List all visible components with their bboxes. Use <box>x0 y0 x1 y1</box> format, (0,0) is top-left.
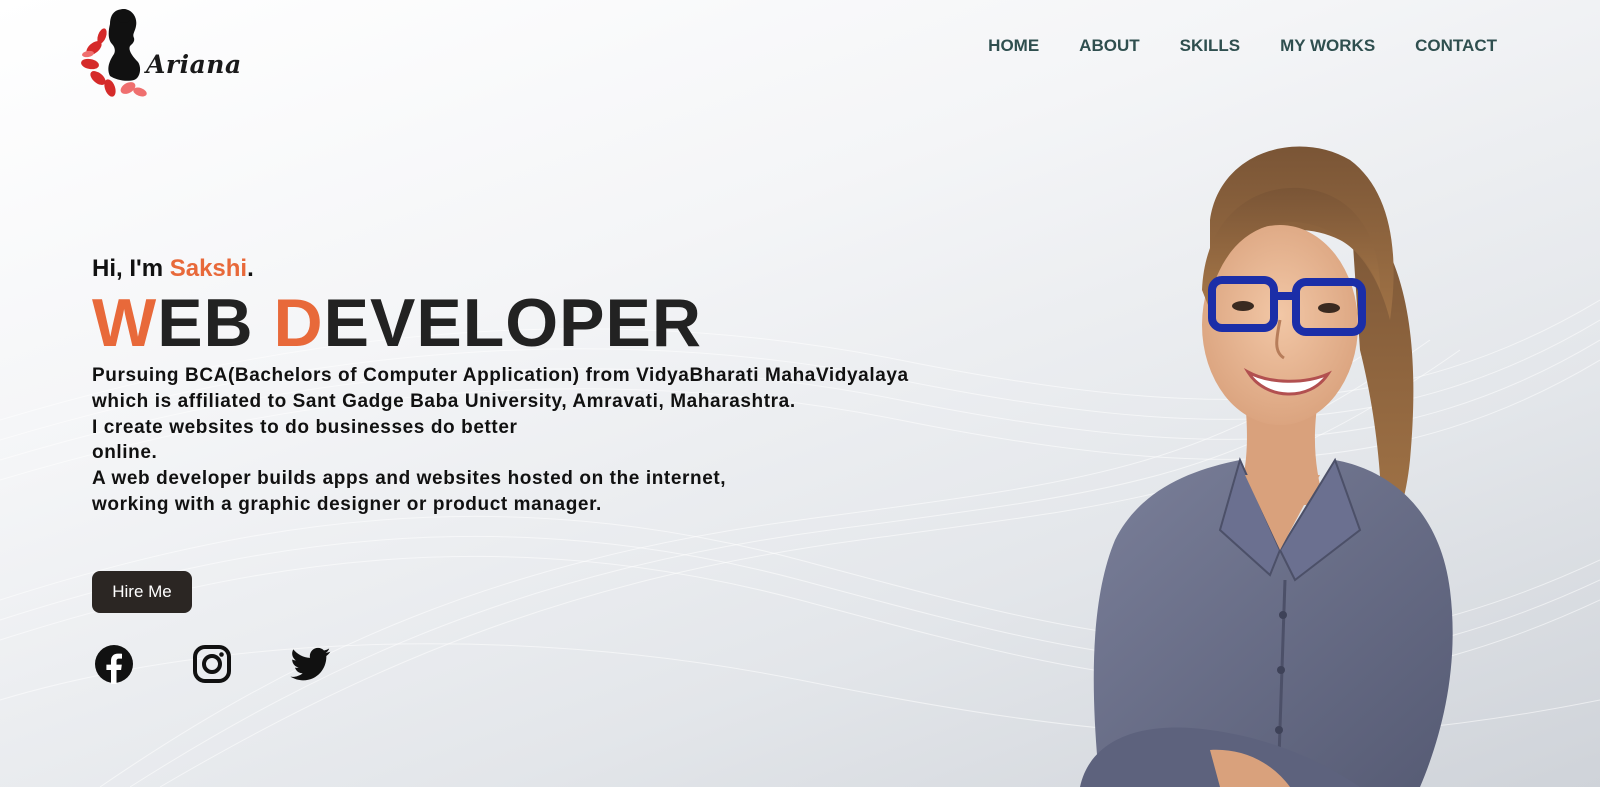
title-rest-1: EB <box>157 285 274 361</box>
description-line: I create websites to do businesses do be… <box>92 416 518 438</box>
hero-name: Sakshi <box>169 255 248 282</box>
hire-me-button[interactable]: Hire Me <box>92 571 192 613</box>
logo-text: Ariana <box>146 50 242 79</box>
nav-my-works[interactable]: MY WORKS <box>1280 36 1375 56</box>
social-links <box>94 644 388 684</box>
facebook-icon[interactable] <box>94 644 134 684</box>
nav-contact[interactable]: CONTACT <box>1415 36 1497 56</box>
description-line: Pursuing BCA(Bachelors of Computer Appli… <box>92 365 909 386</box>
nav-skills[interactable]: SKILLS <box>1180 36 1240 56</box>
greeting-suffix: . <box>247 255 254 282</box>
hero-description: Pursuing BCA(Bachelors of Computer Appli… <box>92 363 909 518</box>
main-nav: HOME ABOUT SKILLS MY WORKS CONTACT <box>948 36 1497 56</box>
hero-section: Hi, I'm Sakshi. WEB DEVELOPER Pursuing B… <box>92 255 909 518</box>
greeting: Hi, I'm Sakshi. <box>92 255 909 283</box>
nav-home[interactable]: HOME <box>988 36 1039 56</box>
instagram-icon[interactable] <box>192 644 232 684</box>
twitter-icon[interactable] <box>290 644 331 684</box>
title-initial-d: D <box>273 285 324 361</box>
description-line: A web developer builds apps and websites… <box>92 468 727 490</box>
greeting-prefix: Hi, I'm <box>92 255 170 282</box>
title-rest-2: EVELOPER <box>323 285 702 361</box>
title-initial-w: W <box>92 285 158 361</box>
description-line: which is affiliated to Sant Gadge Baba U… <box>92 390 796 412</box>
description-line: working with a graphic designer or produ… <box>92 493 602 515</box>
description-line: online. <box>92 442 158 464</box>
brand-logo[interactable]: Ariana <box>80 6 241 102</box>
hero-title: WEB DEVELOPER <box>92 287 909 359</box>
portrait-image <box>1080 146 1453 787</box>
nav-about[interactable]: ABOUT <box>1079 36 1139 56</box>
